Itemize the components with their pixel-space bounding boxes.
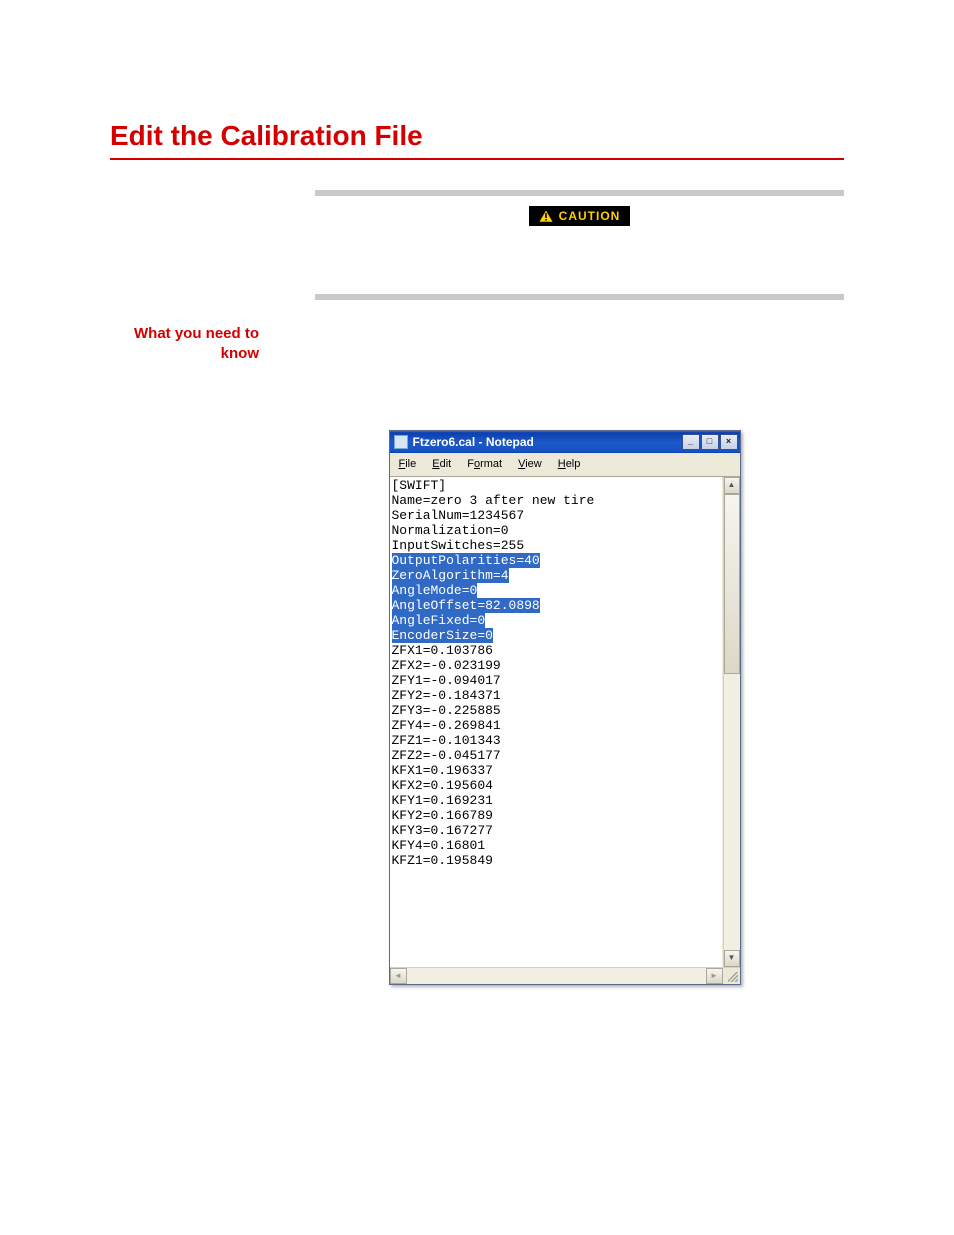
section-paragraph-1: After you create a zero calibration file… bbox=[285, 324, 844, 363]
caution-text: Only change the following information in… bbox=[315, 241, 844, 280]
menu-help[interactable]: Help bbox=[551, 455, 588, 474]
notepad-text-area[interactable]: [SWIFT]Name=zero 3 after new tireSerialN… bbox=[390, 477, 723, 967]
notepad-line: SerialNum=1234567 bbox=[392, 508, 720, 523]
notepad-line: AngleOffset=82.0898 bbox=[392, 598, 720, 613]
notepad-line: KFY1=0.169231 bbox=[392, 793, 720, 808]
maximize-button[interactable]: □ bbox=[701, 434, 719, 450]
caution-top-rule bbox=[315, 190, 844, 196]
notepad-line: ZFY2=-0.184371 bbox=[392, 688, 720, 703]
menu-edit[interactable]: Edit bbox=[425, 455, 458, 474]
notepad-titlebar[interactable]: Ftzero6.cal - Notepad _ □ × bbox=[390, 431, 740, 453]
notepad-line: ZFX2=-0.023199 bbox=[392, 658, 720, 673]
notepad-line: InputSwitches=255 bbox=[392, 538, 720, 553]
hscroll-track[interactable] bbox=[407, 968, 706, 984]
notepad-line: ZFX1=0.103786 bbox=[392, 643, 720, 658]
notepad-line: KFX1=0.196337 bbox=[392, 763, 720, 778]
notepad-line: ZeroAlgorithm=4 bbox=[392, 568, 720, 583]
notepad-line: [SWIFT] bbox=[392, 478, 720, 493]
notepad-line: ZFZ2=-0.045177 bbox=[392, 748, 720, 763]
notepad-line: AngleMode=0 bbox=[392, 583, 720, 598]
caution-label: CAUTION bbox=[559, 209, 621, 223]
notepad-line: KFZ1=0.195849 bbox=[392, 853, 720, 868]
notepad-line: EncoderSize=0 bbox=[392, 628, 720, 643]
scroll-left-button[interactable]: ◄ bbox=[390, 968, 407, 984]
caution-badge: CAUTION bbox=[529, 206, 631, 226]
notepad-title: Ftzero6.cal - Notepad bbox=[413, 433, 677, 451]
caution-bottom-rule bbox=[315, 294, 844, 300]
scroll-right-button[interactable]: ► bbox=[706, 968, 723, 984]
notepad-line: OutputPolarities=40 bbox=[392, 553, 720, 568]
notepad-line: Normalization=0 bbox=[392, 523, 720, 538]
notepad-line: ZFZ1=-0.101343 bbox=[392, 733, 720, 748]
menu-view[interactable]: View bbox=[511, 455, 549, 474]
scroll-track[interactable] bbox=[724, 494, 740, 950]
warning-icon bbox=[539, 210, 553, 222]
notepad-menubar: File Edit Format View Help bbox=[390, 453, 740, 477]
close-button[interactable]: × bbox=[720, 434, 738, 450]
notepad-line: KFX2=0.195604 bbox=[392, 778, 720, 793]
scroll-thumb[interactable] bbox=[724, 494, 740, 674]
menu-format[interactable]: Format bbox=[460, 455, 509, 474]
notepad-line: KFY2=0.166789 bbox=[392, 808, 720, 823]
resize-grip-icon[interactable] bbox=[723, 968, 740, 984]
scroll-up-button[interactable]: ▲ bbox=[724, 477, 740, 494]
title-rule bbox=[110, 158, 844, 160]
section-label: What you need to know bbox=[110, 324, 285, 985]
notepad-line: AngleFixed=0 bbox=[392, 613, 720, 628]
vertical-scrollbar[interactable]: ▲ ▼ bbox=[723, 477, 740, 967]
page-title: Edit the Calibration File bbox=[110, 120, 844, 152]
horizontal-scrollbar[interactable]: ◄ ► bbox=[390, 968, 723, 984]
notepad-line: KFY4=0.16801 bbox=[392, 838, 720, 853]
section-paragraph-2: For example, the following figure shows … bbox=[285, 373, 844, 412]
notepad-app-icon bbox=[394, 435, 408, 449]
minimize-button[interactable]: _ bbox=[682, 434, 700, 450]
menu-file[interactable]: File bbox=[392, 455, 424, 474]
notepad-line: ZFY4=-0.269841 bbox=[392, 718, 720, 733]
notepad-line: ZFY1=-0.094017 bbox=[392, 673, 720, 688]
notepad-line: KFY3=0.167277 bbox=[392, 823, 720, 838]
scroll-down-button[interactable]: ▼ bbox=[724, 950, 740, 967]
notepad-window: Ftzero6.cal - Notepad _ □ × File Edit Fo… bbox=[389, 430, 741, 985]
notepad-line: ZFY3=-0.225885 bbox=[392, 703, 720, 718]
notepad-line: Name=zero 3 after new tire bbox=[392, 493, 720, 508]
